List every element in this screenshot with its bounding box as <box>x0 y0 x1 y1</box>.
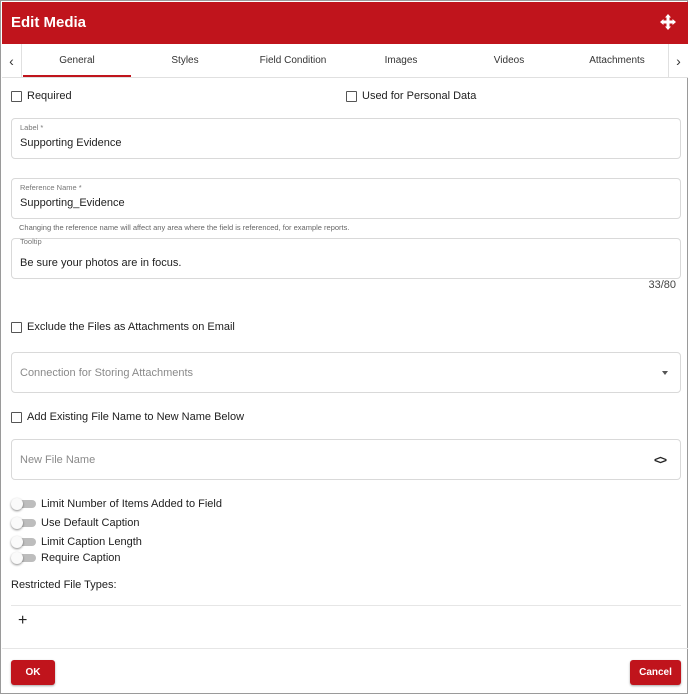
required-checkbox[interactable] <box>11 90 22 102</box>
require-caption-toggle[interactable] <box>11 552 36 564</box>
ok-button[interactable]: OK <box>11 660 55 685</box>
tab-field-condition[interactable]: Field Condition <box>239 44 347 77</box>
code-brackets-icon[interactable]: <> <box>654 453 667 467</box>
cancel-button[interactable]: Cancel <box>630 660 681 685</box>
personal-data-checkbox[interactable] <box>346 90 357 102</box>
plus-icon[interactable]: + <box>18 613 27 629</box>
add-existing-label: Add Existing File Name to New Name Below <box>27 411 245 423</box>
label-field[interactable]: Label * Supporting Evidence <box>11 118 681 159</box>
toggle-limit-items-row[interactable]: Limit Number of Items Added to Field <box>11 498 222 510</box>
add-existing-checkbox[interactable] <box>11 411 22 423</box>
required-checkbox-row[interactable]: Required <box>11 90 72 102</box>
connection-select[interactable]: Connection for Storing Attachments <box>11 352 681 393</box>
caption-length-toggle[interactable] <box>11 536 36 548</box>
footer-divider <box>2 648 688 649</box>
label-field-label: Label * <box>20 123 44 132</box>
toggle-caption-length-row[interactable]: Limit Caption Length <box>11 536 142 548</box>
divider <box>11 605 681 606</box>
limit-items-toggle[interactable] <box>11 498 36 510</box>
caret-down-icon[interactable] <box>662 371 668 375</box>
require-caption-label: Require Caption <box>41 552 121 564</box>
new-file-name-placeholder: New File Name <box>20 454 96 466</box>
tab-general[interactable]: General <box>23 44 131 77</box>
tooltip-field-value[interactable]: Be sure your photos are in focus. <box>20 257 181 269</box>
connection-select-placeholder: Connection for Storing Attachments <box>20 367 194 379</box>
reference-name-helper: Changing the reference name will affect … <box>19 223 350 232</box>
required-label: Required <box>27 90 72 102</box>
tooltip-field[interactable]: Tooltip Be sure your photos are in focus… <box>11 237 681 279</box>
tab-attachments[interactable]: Attachments <box>563 44 671 77</box>
default-caption-toggle[interactable] <box>11 517 36 529</box>
restricted-file-types-label: Restricted File Types: <box>11 579 117 591</box>
exclude-files-checkbox[interactable] <box>11 321 22 333</box>
exclude-files-label: Exclude the Files as Attachments on Emai… <box>27 321 235 333</box>
move-arrows-icon[interactable] <box>660 14 676 30</box>
tab-images[interactable]: Images <box>347 44 455 77</box>
reference-name-field[interactable]: Reference Name * Supporting_Evidence <box>11 178 681 219</box>
personal-data-label: Used for Personal Data <box>362 90 477 102</box>
default-caption-label: Use Default Caption <box>41 517 140 529</box>
chevron-right-icon[interactable]: › <box>668 44 688 77</box>
tooltip-char-counter: 33/80 <box>648 279 676 291</box>
reference-name-value[interactable]: Supporting_Evidence <box>20 197 125 209</box>
tab-bar: ‹ General Styles Field Condition Images … <box>2 44 688 78</box>
add-existing-checkbox-row[interactable]: Add Existing File Name to New Name Below <box>11 411 244 423</box>
dialog-title: Edit Media <box>11 14 87 31</box>
edit-media-dialog: Edit Media ‹ General Styles Field Condit… <box>0 0 688 694</box>
tooltip-field-label: Tooltip <box>20 237 42 246</box>
dialog-header: Edit Media <box>2 2 688 44</box>
limit-items-label: Limit Number of Items Added to Field <box>41 498 222 510</box>
personal-data-checkbox-row[interactable]: Used for Personal Data <box>346 90 476 102</box>
caption-length-label: Limit Caption Length <box>41 536 142 548</box>
toggle-require-caption-row[interactable]: Require Caption <box>11 552 121 564</box>
tab-videos[interactable]: Videos <box>455 44 563 77</box>
new-file-name-field[interactable]: New File Name <> <box>11 439 681 480</box>
label-field-value[interactable]: Supporting Evidence <box>20 137 122 149</box>
tab-styles[interactable]: Styles <box>131 44 239 77</box>
exclude-files-checkbox-row[interactable]: Exclude the Files as Attachments on Emai… <box>11 321 235 333</box>
reference-name-label: Reference Name * <box>20 183 82 192</box>
chevron-left-icon[interactable]: ‹ <box>2 44 22 77</box>
toggle-default-caption-row[interactable]: Use Default Caption <box>11 517 139 529</box>
